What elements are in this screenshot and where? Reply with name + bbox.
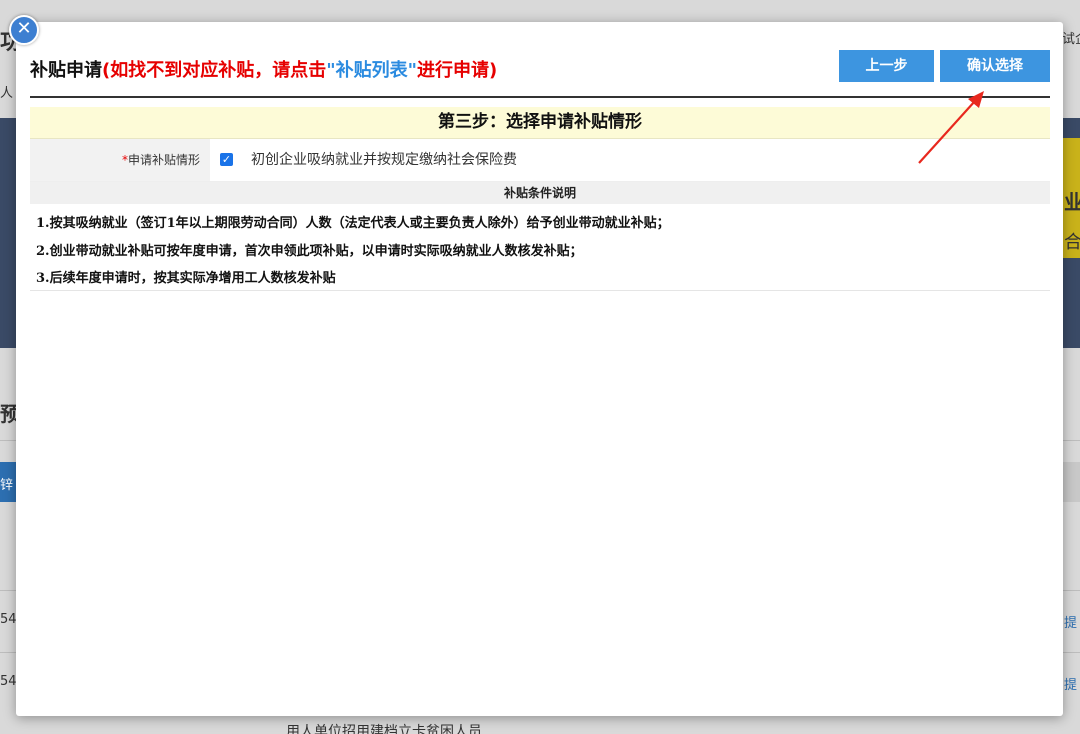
background-tab-label: 锌 [0,478,14,493]
previous-step-button[interactable]: 上一步 [839,50,934,82]
dialog-title: 补贴申请(如找不到对应补贴，请点击"补贴列表"进行申请) [30,56,497,82]
dialog-title-hint: (如找不到对应补贴，请点击 [102,60,327,81]
conditions-header: 补贴条件说明 [30,182,1050,204]
condition-item: 3.后续年度申请时，按其实际净增用工人数核发补贴 [36,271,336,286]
step-title: 第三步：选择申请补贴情形 [30,107,1050,139]
subsidy-situation-checkbox[interactable]: ✓ [220,153,233,166]
dialog-title-main: 补贴申请 [30,60,102,81]
background-banner-text: 业 [1064,190,1080,214]
subsidy-situation-label-text: 申请补贴情形 [127,153,200,167]
title-divider [30,96,1050,98]
background-row-text: 用人单位招用建档立卡贫困人员 [286,724,482,734]
background-header-fragment: 试企 [1062,32,1080,47]
subsidy-situation-row: *申请补贴情形 ✓ 初创企业吸纳就业并按规定缴纳社会保险费 [30,139,1050,182]
subsidy-situation-option-label[interactable]: 初创企业吸纳就业并按规定缴纳社会保险费 [251,139,517,181]
condition-item: 2.创业带动就业补贴可按年度申请，首次申领此项补贴，以申请时实际吸纳就业人数核发… [36,244,583,259]
background-banner-text: 合 [1064,232,1080,253]
subsidy-situation-label: *申请补贴情形 [30,139,210,181]
subsidy-application-dialog: 补贴申请(如找不到对应补贴，请点击"补贴列表"进行申请) 上一步 确认选择 第三… [16,22,1063,716]
conditions-divider [30,290,1050,291]
dialog-title-hint-end: 进行申请) [417,60,498,81]
background-row-link: 提 [1064,616,1078,631]
condition-item: 1.按其吸纳就业（签订1年以上期限劳动合同）人数（法定代表人或主要负责人除外）给… [36,216,670,231]
close-icon[interactable]: ✕ [9,15,39,45]
background-text-fragment: 人 [0,86,14,101]
subsidy-list-link[interactable]: "补贴列表" [326,60,417,81]
background-row-link: 提 [1064,678,1078,693]
confirm-selection-button[interactable]: 确认选择 [940,50,1050,82]
